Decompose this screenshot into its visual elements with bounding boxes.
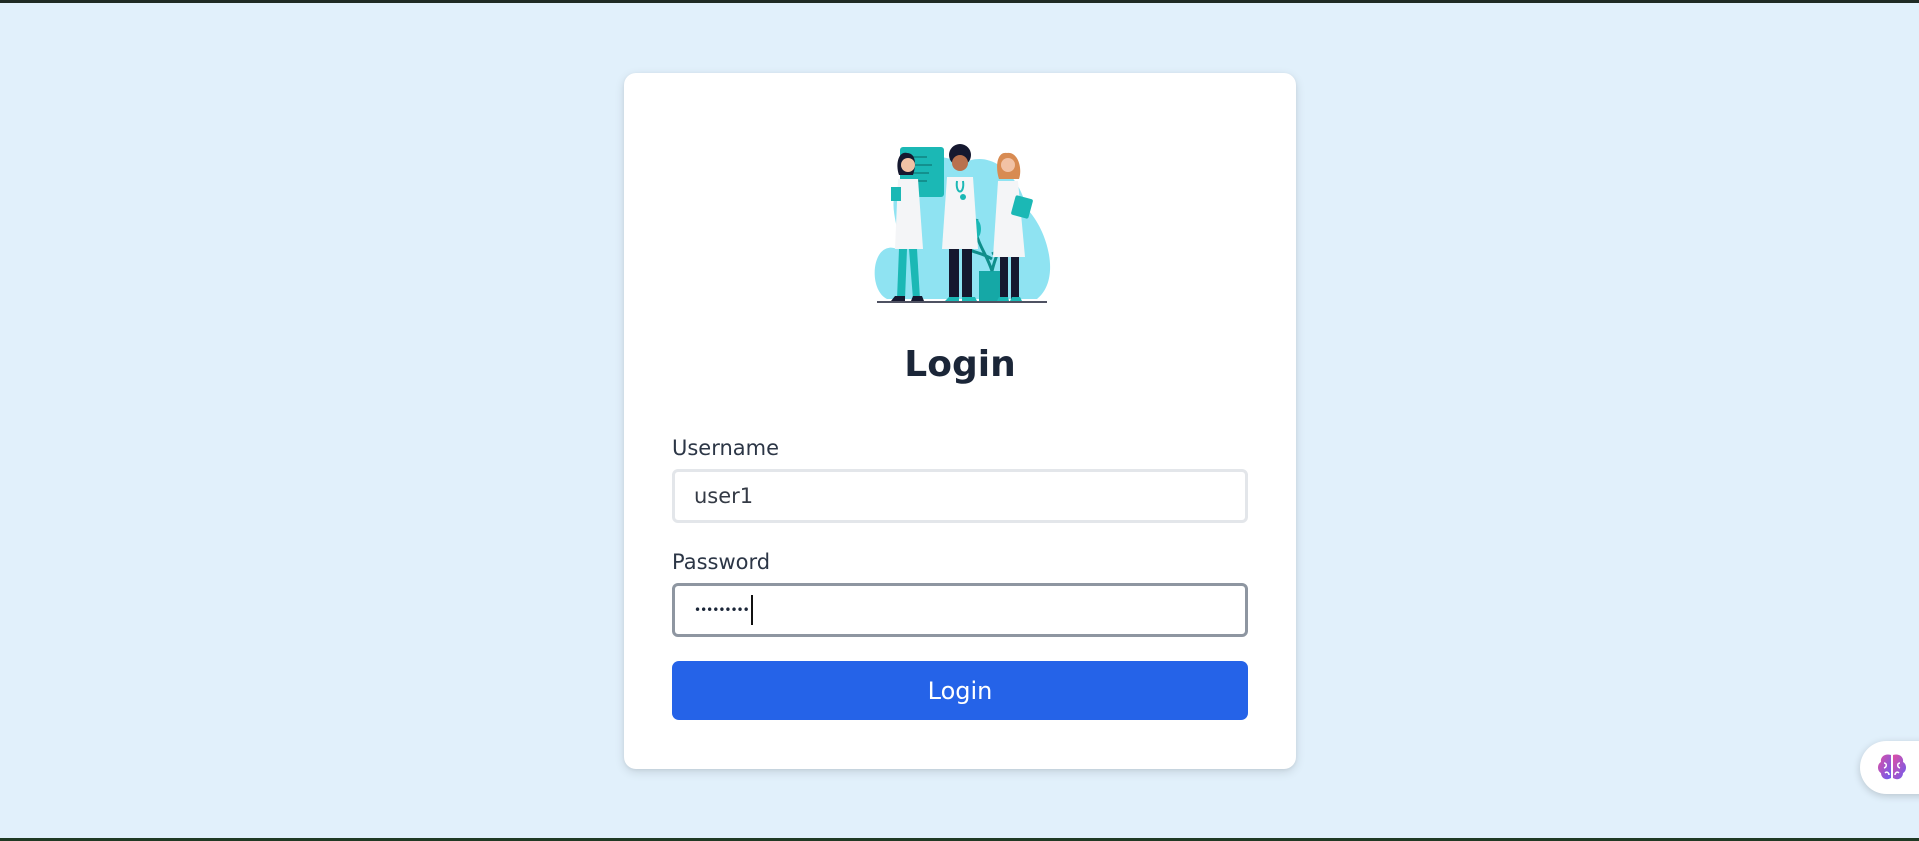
username-input[interactable]: user1	[672, 469, 1248, 523]
text-caret	[750, 595, 753, 625]
login-button[interactable]: Login	[672, 661, 1248, 720]
username-label: Username	[672, 436, 780, 460]
password-value: •••••••••	[694, 603, 750, 617]
assistant-widget-button[interactable]	[1860, 741, 1919, 794]
doctors-illustration	[874, 144, 1051, 303]
password-input[interactable]: •••••••••	[672, 583, 1248, 637]
page-title: Login	[904, 344, 1016, 385]
username-value: user1	[694, 484, 754, 508]
password-label: Password	[672, 550, 771, 574]
window-top-edge	[0, 0, 1919, 3]
brain-icon	[1878, 754, 1906, 780]
login-card: Login Username user1 Password ••••••••• …	[624, 73, 1296, 769]
